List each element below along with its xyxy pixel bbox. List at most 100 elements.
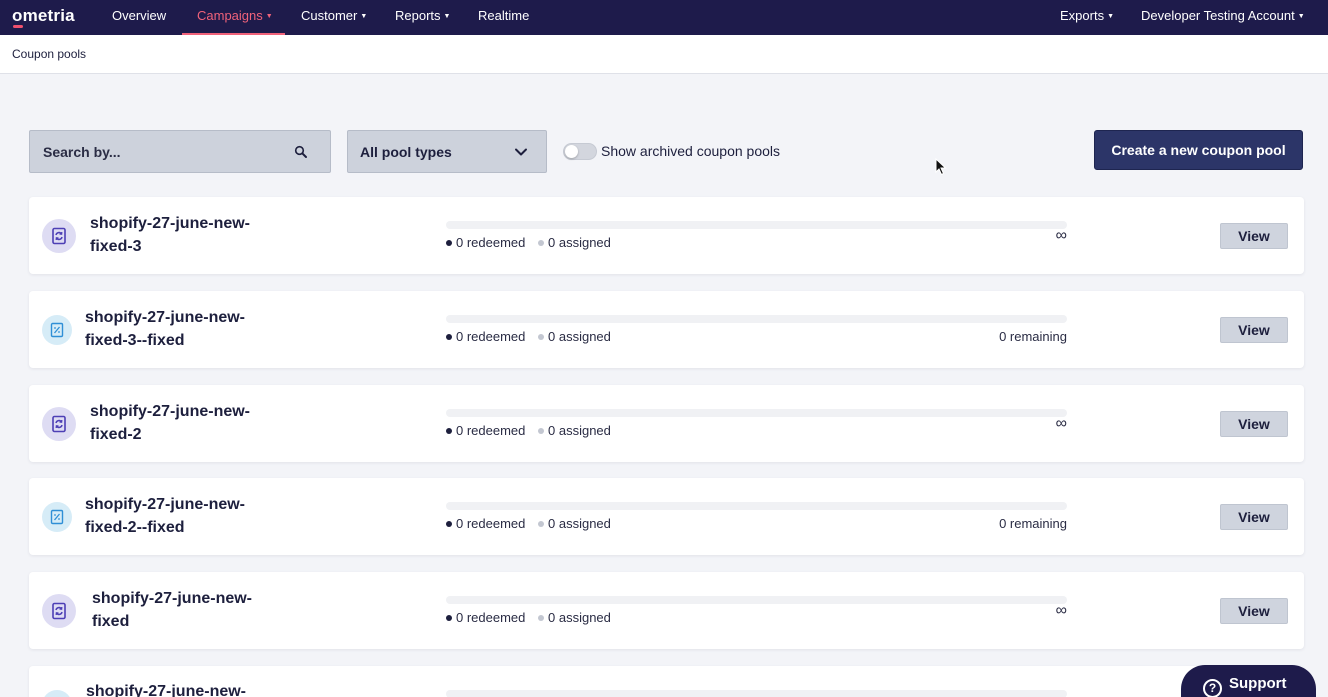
coupon-refresh-icon bbox=[42, 407, 76, 441]
support-label: Support bbox=[1229, 674, 1287, 692]
toggle-knob bbox=[565, 145, 578, 158]
nav-label: Reports bbox=[395, 8, 441, 23]
redeemed-count: 0 redeemed bbox=[446, 516, 525, 531]
caret-down-icon: ▼ bbox=[265, 13, 273, 20]
search-input[interactable] bbox=[30, 131, 290, 172]
nav-label: Campaigns bbox=[197, 8, 263, 23]
redeemed-dot bbox=[446, 333, 452, 340]
pool-name: shopify-27-june-new-fixed-2 bbox=[90, 403, 251, 443]
nav-label: Overview bbox=[112, 8, 167, 23]
nav-label: Realtime bbox=[478, 8, 530, 23]
redeemed-dot bbox=[446, 427, 452, 434]
archived-toggle-label: Show archived coupon pools bbox=[601, 143, 781, 159]
remaining-count: ∞ bbox=[1055, 227, 1067, 244]
nav-overview[interactable]: Overview bbox=[112, 0, 166, 35]
assigned-count: 0 assigned bbox=[538, 329, 611, 344]
pool-name: shopify-27-june-new-fixed-2--fixed bbox=[85, 496, 246, 536]
redemption-progress-bar bbox=[446, 315, 1067, 323]
nav-label: Developer Testing Account bbox=[1141, 8, 1295, 23]
redemption-progress-bar bbox=[446, 409, 1067, 417]
top-navigation: ometria Overview Campaigns ▼ Customer ▼ Re… bbox=[0, 0, 1328, 35]
redemption-progress-bar bbox=[446, 221, 1067, 229]
pool-name: shopify-27-june-new- bbox=[86, 683, 247, 697]
redeemed-text: 0 redeemed bbox=[456, 516, 526, 531]
remaining-count: ∞ bbox=[1055, 415, 1067, 432]
coupon-pool-card: shopify-27-june-new-fixed-2 0 redeemed 0… bbox=[29, 385, 1304, 462]
view-pool-button[interactable]: View bbox=[1220, 223, 1288, 249]
coupon-discount-icon bbox=[42, 502, 72, 532]
redeemed-text: 0 redeemed bbox=[456, 610, 526, 625]
nav-realtime[interactable]: Realtime bbox=[478, 0, 529, 35]
ometria-logo[interactable]: ometria bbox=[12, 6, 75, 28]
assigned-text: 0 assigned bbox=[548, 610, 611, 625]
redeemed-count: 0 redeemed bbox=[446, 610, 525, 625]
view-pool-button[interactable]: View bbox=[1220, 504, 1288, 530]
assigned-count: 0 assigned bbox=[538, 423, 611, 438]
assigned-dot bbox=[538, 333, 544, 340]
assigned-dot bbox=[538, 427, 544, 434]
support-button[interactable]: ? Support bbox=[1181, 665, 1316, 697]
page-subheader: Coupon pools bbox=[0, 35, 1328, 74]
caret-down-icon: ▼ bbox=[1297, 13, 1305, 20]
coupon-refresh-icon bbox=[42, 594, 76, 628]
redemption-progress-bar bbox=[446, 690, 1067, 697]
nav-reports[interactable]: Reports ▼ bbox=[395, 0, 450, 35]
archived-toggle[interactable] bbox=[563, 143, 597, 160]
redeemed-count: 0 redeemed bbox=[446, 329, 525, 344]
assigned-text: 0 assigned bbox=[548, 516, 611, 531]
search-icon[interactable] bbox=[294, 145, 308, 159]
assigned-text: 0 assigned bbox=[548, 423, 611, 438]
pool-type-value: All pool types bbox=[360, 144, 452, 160]
redeemed-dot bbox=[446, 614, 452, 621]
nav-label: Exports bbox=[1060, 8, 1105, 23]
help-icon: ? bbox=[1203, 679, 1222, 697]
nav-exports[interactable]: Exports ▼ bbox=[1060, 0, 1114, 35]
redeemed-text: 0 redeemed bbox=[456, 329, 526, 344]
view-pool-button[interactable]: View bbox=[1220, 411, 1288, 437]
breadcrumb: Coupon pools bbox=[12, 47, 87, 61]
redeemed-dot bbox=[446, 239, 452, 246]
assigned-count: 0 assigned bbox=[538, 610, 611, 625]
pool-name: shopify-27-june-new-fixed bbox=[92, 590, 253, 630]
pool-name: shopify-27-june-new-fixed-3 bbox=[90, 215, 251, 255]
redeemed-dot bbox=[446, 520, 452, 527]
assigned-text: 0 assigned bbox=[548, 329, 611, 344]
caret-down-icon: ▼ bbox=[1107, 13, 1115, 20]
nav-campaigns[interactable]: Campaigns ▼ bbox=[182, 0, 285, 35]
coupon-refresh-icon bbox=[42, 219, 76, 253]
assigned-dot bbox=[538, 239, 544, 246]
caret-down-icon: ▼ bbox=[443, 13, 451, 20]
view-pool-button[interactable]: View bbox=[1220, 317, 1288, 343]
assigned-count: 0 assigned bbox=[538, 516, 611, 531]
assigned-text: 0 assigned bbox=[548, 235, 611, 250]
coupon-discount-icon bbox=[42, 690, 72, 697]
coupon-discount-icon bbox=[42, 315, 72, 345]
view-pool-button[interactable]: View bbox=[1220, 598, 1288, 624]
search-box[interactable] bbox=[29, 130, 331, 173]
chevron-down-icon bbox=[515, 148, 527, 156]
assigned-count: 0 assigned bbox=[538, 235, 611, 250]
coupon-pool-card: shopify-27-june-new- bbox=[29, 666, 1304, 697]
coupon-pool-card: shopify-27-june-new-fixed-2--fixed 0 red… bbox=[29, 478, 1304, 555]
redeemed-text: 0 redeemed bbox=[456, 235, 526, 250]
coupon-pool-card: shopify-27-june-new-fixed 0 redeemed 0 a… bbox=[29, 572, 1304, 649]
remaining-count: 0 remaining bbox=[999, 516, 1067, 531]
redemption-progress-bar bbox=[446, 596, 1067, 604]
remaining-count: ∞ bbox=[1055, 602, 1067, 619]
assigned-dot bbox=[538, 614, 544, 621]
nav-account-menu[interactable]: Developer Testing Account ▼ bbox=[1141, 0, 1305, 35]
redeemed-text: 0 redeemed bbox=[456, 423, 526, 438]
redeemed-count: 0 redeemed bbox=[446, 423, 525, 438]
remaining-count: 0 remaining bbox=[999, 329, 1067, 344]
redemption-progress-bar bbox=[446, 502, 1067, 510]
pool-name: shopify-27-june-new-fixed-3--fixed bbox=[85, 309, 246, 349]
assigned-dot bbox=[538, 520, 544, 527]
coupon-pool-card: shopify-27-june-new-fixed-3 0 redeemed 0… bbox=[29, 197, 1304, 274]
nav-customer[interactable]: Customer ▼ bbox=[301, 0, 367, 35]
caret-down-icon: ▼ bbox=[360, 13, 368, 20]
coupon-pool-card: shopify-27-june-new-fixed-3--fixed 0 red… bbox=[29, 291, 1304, 368]
pool-type-select[interactable]: All pool types bbox=[347, 130, 547, 173]
redeemed-count: 0 redeemed bbox=[446, 235, 525, 250]
create-coupon-pool-button[interactable]: Create a new coupon pool bbox=[1094, 130, 1303, 170]
nav-label: Customer bbox=[301, 8, 358, 23]
